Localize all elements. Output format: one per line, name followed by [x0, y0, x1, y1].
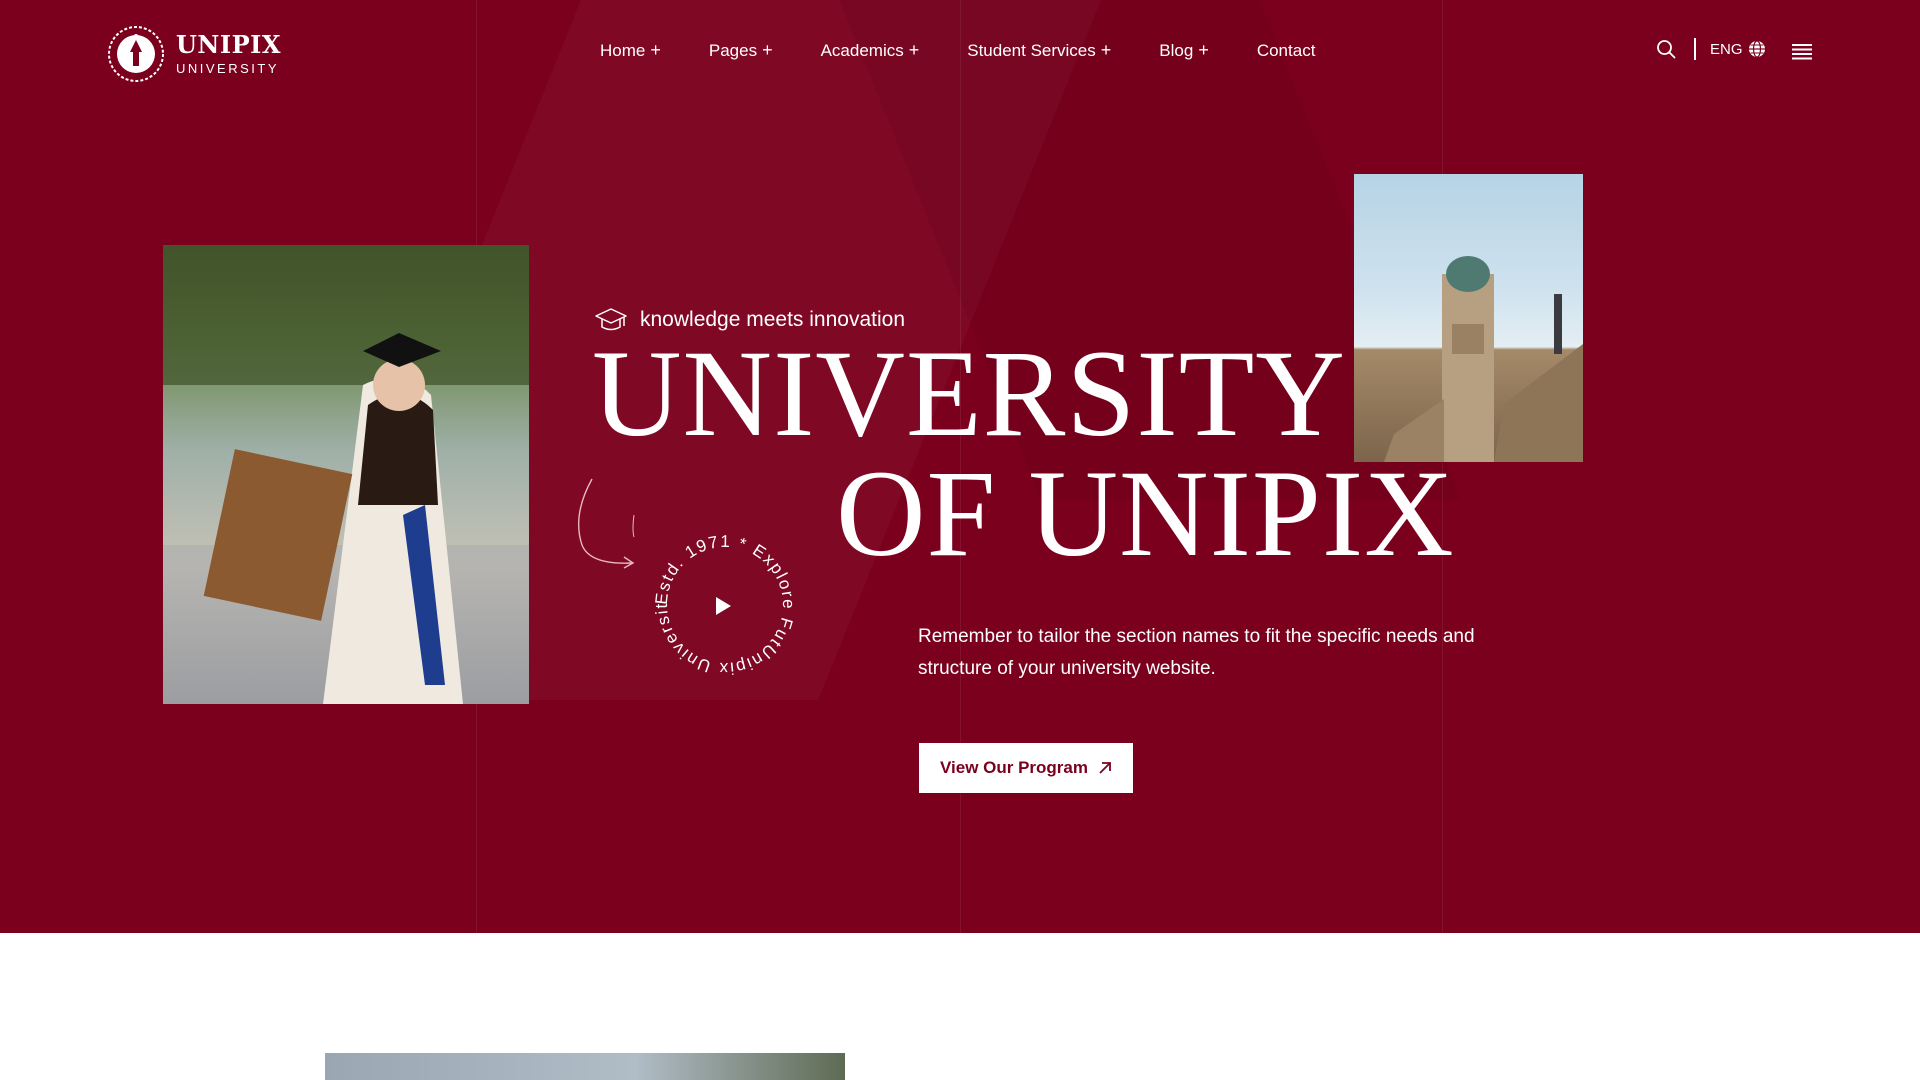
header-tools: ENG — [1656, 38, 1766, 60]
hero-section: UNIPIX UNIVERSITY Home + Pages + Academi… — [0, 0, 1920, 933]
plus-icon: + — [1198, 40, 1209, 60]
hero-description: Remember to tailor the section names to … — [918, 626, 1475, 679]
search-icon[interactable] — [1656, 39, 1676, 59]
building-illustration — [1384, 256, 1583, 462]
university-building-photo — [1354, 174, 1583, 462]
nav-item-label: Contact — [1256, 40, 1316, 60]
plus-icon: + — [1100, 40, 1112, 60]
play-icon[interactable] — [714, 596, 732, 616]
arrow-up-right-icon — [1099, 762, 1111, 774]
nav-item-pages[interactable]: Pages + — [709, 40, 773, 61]
graduate-photo — [163, 245, 529, 704]
globe-icon — [1748, 40, 1765, 58]
campus-photo — [325, 1053, 845, 1080]
hamburger-menu-icon[interactable] — [1792, 44, 1812, 60]
university-emblem-icon — [108, 26, 164, 82]
nav-item-label: Pages — [708, 40, 758, 60]
nav-item-label: Academics — [820, 40, 904, 60]
hero-title-line-1: UNIVERSITY — [592, 325, 1346, 462]
curved-arrow-doodle-icon — [577, 478, 635, 569]
nav-item-contact[interactable]: Contact — [1257, 40, 1316, 61]
language-label: ENG — [1710, 40, 1743, 58]
logo-subtitle: UNIVERSITY — [176, 61, 280, 76]
view-program-button[interactable]: View Our Program — [919, 743, 1133, 793]
nav-item-label: Student Services — [967, 40, 1096, 60]
logo[interactable]: UNIPIX UNIVERSITY — [106, 24, 281, 84]
plus-icon: + — [762, 40, 773, 60]
tools-divider — [1694, 38, 1696, 60]
nav-item-blog[interactable]: Blog + — [1159, 40, 1209, 61]
language-selector[interactable]: ENG — [1710, 40, 1766, 58]
main-navigation: Home + Pages + Academics + Student Servi… — [600, 40, 1363, 61]
nav-item-academics[interactable]: Academics + — [821, 40, 920, 61]
hero-title-line-2: OF UNIPIX — [836, 445, 1455, 582]
plus-icon: + — [908, 40, 920, 60]
nav-item-label: Blog — [1159, 40, 1194, 60]
nav-item-home[interactable]: Home + — [600, 40, 661, 61]
plus-icon: + — [650, 40, 661, 60]
graduate-illustration — [163, 245, 529, 704]
nav-item-label: Home — [600, 40, 646, 60]
nav-item-student-services[interactable]: Student Services + — [967, 40, 1111, 61]
cta-label: View Our Program — [939, 758, 1088, 777]
logo-title: UNIPIX — [176, 30, 281, 59]
